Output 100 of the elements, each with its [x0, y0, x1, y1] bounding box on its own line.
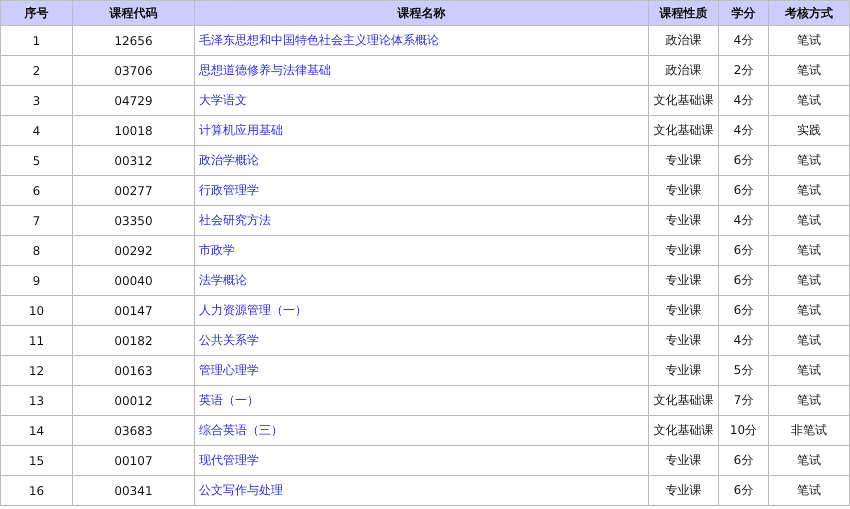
exam-method: 笔试	[768, 176, 850, 206]
row-number: 7	[0, 206, 72, 236]
course-type: 专业课	[648, 446, 718, 476]
course-code: 00107	[72, 446, 194, 476]
course-link[interactable]: 公文写作与处理	[199, 483, 283, 497]
course-type: 专业课	[648, 176, 718, 206]
credits: 4分	[718, 116, 768, 146]
course-type: 文化基础课	[648, 386, 718, 416]
course-code: 03706	[72, 56, 194, 86]
exam-method: 笔试	[768, 476, 850, 506]
exam-method: 笔试	[768, 146, 850, 176]
row-number: 12	[0, 356, 72, 386]
course-code: 00277	[72, 176, 194, 206]
credits: 4分	[718, 326, 768, 356]
row-number: 4	[0, 116, 72, 146]
credits: 7分	[718, 386, 768, 416]
credits: 5分	[718, 356, 768, 386]
credits: 6分	[718, 146, 768, 176]
row-number: 13	[0, 386, 72, 416]
credits: 4分	[718, 26, 768, 56]
course-code: 03683	[72, 416, 194, 446]
credits: 6分	[718, 176, 768, 206]
row-number: 5	[0, 146, 72, 176]
course-link[interactable]: 大学语文	[199, 93, 247, 107]
column-header: 考核方式	[768, 0, 850, 26]
exam-method: 笔试	[768, 296, 850, 326]
exam-method: 笔试	[768, 446, 850, 476]
course-link[interactable]: 计算机应用基础	[199, 123, 283, 137]
column-header: 课程代码	[72, 0, 194, 26]
course-type: 专业课	[648, 356, 718, 386]
course-link[interactable]: 公共关系学	[199, 333, 259, 347]
credits: 6分	[718, 236, 768, 266]
credits: 10分	[718, 416, 768, 446]
course-type: 专业课	[648, 236, 718, 266]
course-type: 文化基础课	[648, 116, 718, 146]
column-header: 课程性质	[648, 0, 718, 26]
row-number: 14	[0, 416, 72, 446]
exam-method: 笔试	[768, 356, 850, 386]
exam-method: 笔试	[768, 266, 850, 296]
course-code: 04729	[72, 86, 194, 116]
exam-method: 笔试	[768, 26, 850, 56]
course-type: 专业课	[648, 266, 718, 296]
credits: 4分	[718, 206, 768, 236]
course-link[interactable]: 现代管理学	[199, 453, 259, 467]
course-code: 00147	[72, 296, 194, 326]
credits: 6分	[718, 446, 768, 476]
exam-method: 笔试	[768, 326, 850, 356]
course-type: 政治课	[648, 56, 718, 86]
column-header: 学分	[718, 0, 768, 26]
row-number: 10	[0, 296, 72, 326]
credits: 6分	[718, 476, 768, 506]
course-type: 文化基础课	[648, 86, 718, 116]
course-type: 专业课	[648, 146, 718, 176]
exam-method: 笔试	[768, 236, 850, 266]
course-code: 00163	[72, 356, 194, 386]
exam-method: 实践	[768, 116, 850, 146]
course-link[interactable]: 社会研究方法	[199, 213, 271, 227]
course-code: 10018	[72, 116, 194, 146]
row-number: 2	[0, 56, 72, 86]
course-code: 00182	[72, 326, 194, 356]
course-type: 专业课	[648, 296, 718, 326]
course-link[interactable]: 市政学	[199, 243, 235, 257]
course-type: 专业课	[648, 206, 718, 236]
course-code: 00012	[72, 386, 194, 416]
course-link[interactable]: 英语（一）	[199, 393, 259, 407]
exam-method: 笔试	[768, 206, 850, 236]
course-code: 03350	[72, 206, 194, 236]
course-type: 专业课	[648, 326, 718, 356]
row-number: 16	[0, 476, 72, 506]
exam-method: 笔试	[768, 56, 850, 86]
row-number: 1	[0, 26, 72, 56]
exam-method: 笔试	[768, 386, 850, 416]
course-type: 专业课	[648, 476, 718, 506]
exam-method: 笔试	[768, 86, 850, 116]
row-number: 6	[0, 176, 72, 206]
credits: 6分	[718, 296, 768, 326]
row-number: 11	[0, 326, 72, 356]
course-code: 00040	[72, 266, 194, 296]
course-code: 00312	[72, 146, 194, 176]
course-code: 00292	[72, 236, 194, 266]
course-link[interactable]: 人力资源管理（一）	[199, 303, 307, 317]
course-code: 00341	[72, 476, 194, 506]
course-code: 12656	[72, 26, 194, 56]
credits: 2分	[718, 56, 768, 86]
course-type: 文化基础课	[648, 416, 718, 446]
column-header: 课程名称	[194, 0, 648, 26]
exam-method: 非笔试	[768, 416, 850, 446]
course-link[interactable]: 管理心理学	[199, 363, 259, 377]
row-number: 8	[0, 236, 72, 266]
course-link[interactable]: 思想道德修养与法律基础	[199, 63, 331, 77]
course-link[interactable]: 综合英语（三）	[199, 423, 283, 437]
column-header: 序号	[0, 0, 72, 26]
credits: 6分	[718, 266, 768, 296]
course-link[interactable]: 政治学概论	[199, 153, 259, 167]
course-link[interactable]: 法学概论	[199, 273, 247, 287]
row-number: 9	[0, 266, 72, 296]
course-link[interactable]: 行政管理学	[199, 183, 259, 197]
credits: 4分	[718, 86, 768, 116]
row-number: 3	[0, 86, 72, 116]
row-number: 15	[0, 446, 72, 476]
